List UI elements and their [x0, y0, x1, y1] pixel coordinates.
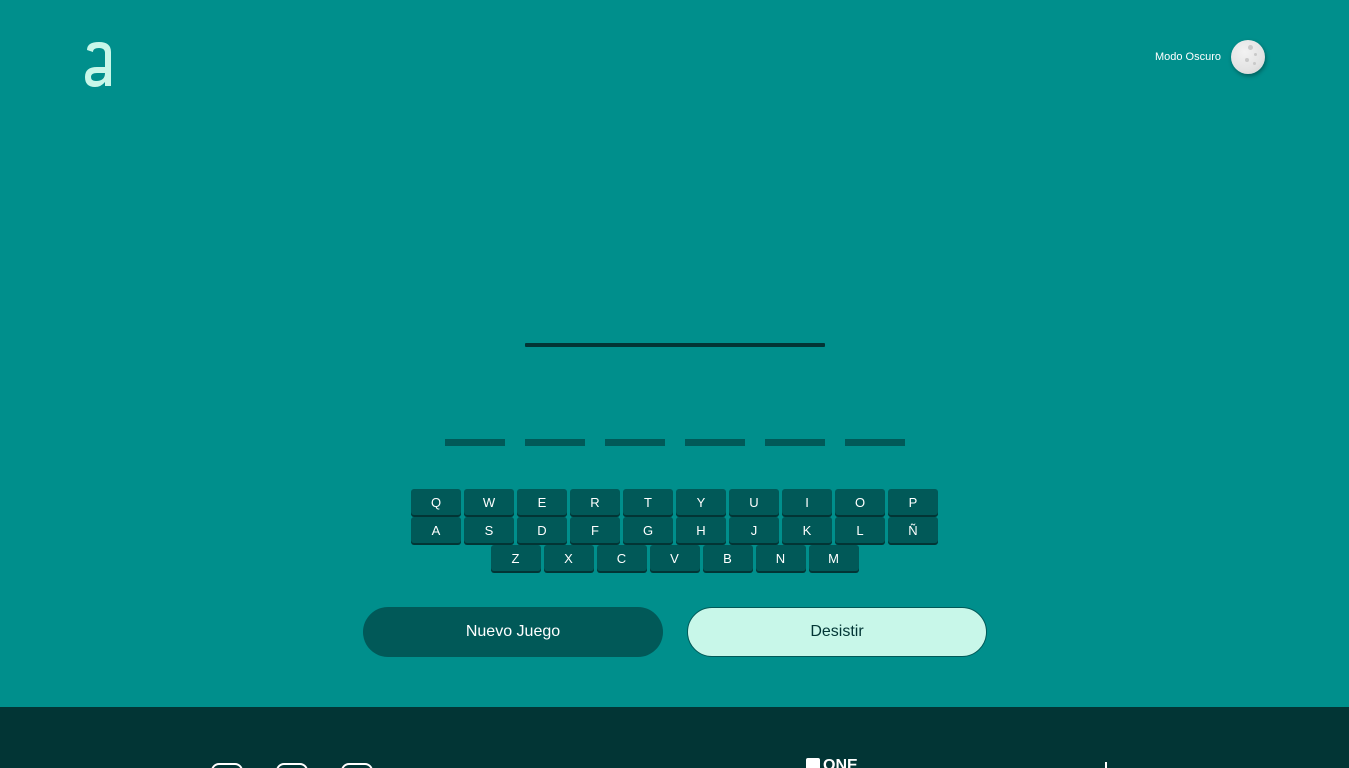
key-a[interactable]: A [411, 517, 461, 543]
key-d[interactable]: D [517, 517, 567, 543]
key-l[interactable]: L [835, 517, 885, 543]
key-p[interactable]: P [888, 489, 938, 515]
portfolio-icon[interactable] [341, 763, 373, 768]
key-y[interactable]: Y [676, 489, 726, 515]
give-up-button[interactable]: Desistir [687, 607, 987, 657]
key-w[interactable]: W [464, 489, 514, 515]
footer: ONE [0, 707, 1349, 768]
key-m[interactable]: M [808, 545, 859, 571]
keyboard-row: ASDFGHJKLÑ [0, 517, 1349, 543]
key-j[interactable]: J [729, 517, 779, 543]
word-slots [445, 439, 905, 446]
key-z[interactable]: Z [490, 545, 541, 571]
new-game-button[interactable]: Nuevo Juego [363, 607, 663, 657]
linkedin-icon[interactable] [211, 763, 243, 768]
key-h[interactable]: H [676, 517, 726, 543]
game-actions: Nuevo Juego Desistir [363, 607, 987, 657]
keyboard-row: ZXCVBNM [0, 545, 1349, 571]
footer-divider [1105, 762, 1107, 768]
key-q[interactable]: Q [411, 489, 461, 515]
key-t[interactable]: T [623, 489, 673, 515]
key-c[interactable]: C [596, 545, 647, 571]
key-n[interactable]: N [755, 545, 806, 571]
key-ñ[interactable]: Ñ [888, 517, 938, 543]
hangman-page: Modo Oscuro QWERTYUIOPASDFGHJKLÑZXCVBNM … [0, 0, 1349, 768]
dark-mode-toggle[interactable]: Modo Oscuro [1155, 40, 1265, 74]
moon-icon[interactable] [1231, 40, 1265, 74]
dark-mode-label: Modo Oscuro [1154, 51, 1221, 63]
hangman-gallows-base [525, 343, 825, 347]
key-r[interactable]: R [570, 489, 620, 515]
key-f[interactable]: F [570, 517, 620, 543]
key-o[interactable]: O [835, 489, 885, 515]
key-g[interactable]: G [623, 517, 673, 543]
letter-slot [525, 439, 585, 446]
keyboard-row: QWERTYUIOP [0, 489, 1349, 515]
key-e[interactable]: E [517, 489, 567, 515]
letter-slot [445, 439, 505, 446]
oracle-next-education-logo[interactable]: ONE [806, 757, 858, 768]
one-logo-text: ONE [823, 757, 858, 768]
key-i[interactable]: I [782, 489, 832, 515]
key-u[interactable]: U [729, 489, 779, 515]
github-icon[interactable] [276, 763, 308, 768]
virtual-keyboard: QWERTYUIOPASDFGHJKLÑZXCVBNM [0, 489, 1349, 573]
letter-slot [845, 439, 905, 446]
letter-slot [605, 439, 665, 446]
key-b[interactable]: B [702, 545, 753, 571]
letter-slot [685, 439, 745, 446]
key-k[interactable]: K [782, 517, 832, 543]
key-s[interactable]: S [464, 517, 514, 543]
key-v[interactable]: V [649, 545, 700, 571]
one-logo-mark-icon [806, 758, 820, 768]
alura-a-logo-icon[interactable] [83, 40, 115, 88]
key-x[interactable]: X [543, 545, 594, 571]
letter-slot [765, 439, 825, 446]
